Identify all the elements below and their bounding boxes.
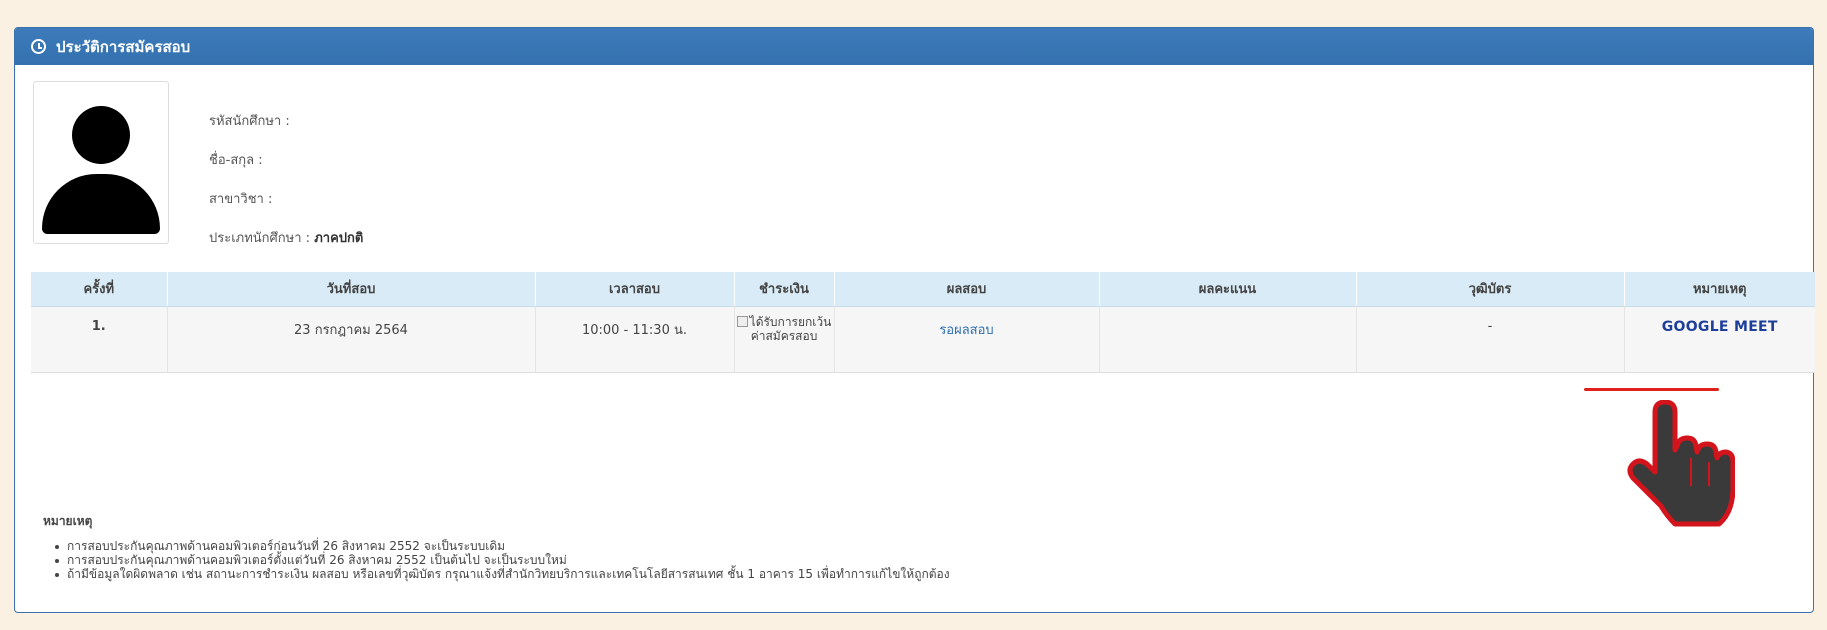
cell-no: 1. xyxy=(31,306,167,373)
student-major-row: สาขาวิชา : xyxy=(209,188,363,227)
cell-certificate: - xyxy=(1355,306,1624,373)
header-time: เวลาสอบ xyxy=(534,272,734,307)
header-date: วันที่สอบ xyxy=(166,272,535,307)
header-result: ผลสอบ xyxy=(833,272,1099,307)
cell-score xyxy=(1098,306,1356,373)
notes-section: หมายเหตุ การสอบประกันคุณภาพด้านคอมพิวเตอ… xyxy=(43,512,950,581)
student-type-value: ภาคปกติ xyxy=(314,231,364,246)
cell-note: GOOGLE MEET xyxy=(1623,306,1815,373)
table-row: 1. 23 กรกฎาคม 2564 10:00 - 11:30 น. ได้ร… xyxy=(31,306,1815,373)
user-avatar-icon xyxy=(72,106,130,164)
student-id-row: รหัสนักศึกษา : xyxy=(209,110,363,149)
table-header-row: ครั้งที่ วันที่สอบ เวลาสอบ ชำระเงิน ผลสอ… xyxy=(31,272,1815,307)
notes-list: การสอบประกันคุณภาพด้านคอมพิวเตอร์ก่อนวัน… xyxy=(43,539,950,581)
student-info: รหัสนักศึกษา : ชื่อ-สกุล : สาขาวิชา : ปร… xyxy=(209,110,363,266)
red-underline-annotation xyxy=(1584,388,1719,391)
list-item: การสอบประกันคุณภาพด้านคอมพิวเตอร์ตั้งแต่… xyxy=(55,553,950,567)
list-item: ถ้ามีข้อมูลใดผิดพลาด เช่น สถานะการชำระเง… xyxy=(55,567,950,581)
user-avatar-body xyxy=(42,174,160,234)
panel-heading: ประวัติการสมัครสอบ xyxy=(15,28,1813,65)
student-type-row: ประเภทนักศึกษา : ภาคปกติ xyxy=(209,227,363,266)
cell-date: 23 กรกฎาคม 2564 xyxy=(166,306,535,373)
header-payment: ชำระเงิน xyxy=(733,272,834,307)
student-type-label: ประเภทนักศึกษา : xyxy=(209,231,311,246)
header-note: หมายเหตุ xyxy=(1623,272,1815,307)
exam-history-table: ครั้งที่ วันที่สอบ เวลาสอบ ชำระเงิน ผลสอ… xyxy=(31,272,1815,373)
student-name-row: ชื่อ-สกุล : xyxy=(209,149,363,188)
google-meet-link[interactable]: GOOGLE MEET xyxy=(1662,319,1778,335)
header-score: ผลคะแนน xyxy=(1098,272,1356,307)
student-id-label: รหัสนักศึกษา : xyxy=(209,114,290,129)
exam-history-panel: ประวัติการสมัครสอบ รหัสนักศึกษา : ชื่อ-ส… xyxy=(14,27,1815,613)
list-item: การสอบประกันคุณภาพด้านคอมพิวเตอร์ก่อนวัน… xyxy=(55,539,950,553)
clock-icon xyxy=(31,39,46,54)
cell-payment: ได้รับการยกเว้นค่าสมัครสอบ xyxy=(733,306,834,373)
top-strip xyxy=(0,0,1827,12)
header-certificate: วุฒิบัตร xyxy=(1355,272,1624,307)
notes-title: หมายเหตุ xyxy=(43,514,93,528)
avatar xyxy=(33,81,169,244)
cell-result: รอผลสอบ xyxy=(833,306,1099,373)
student-major-label: สาขาวิชา : xyxy=(209,192,273,207)
cell-time: 10:00 - 11:30 น. xyxy=(534,306,734,373)
result-status: รอผลสอบ xyxy=(939,322,994,338)
header-no: ครั้งที่ xyxy=(31,272,167,307)
hand-pointer-icon xyxy=(1627,400,1735,527)
broken-image-icon xyxy=(736,315,748,327)
student-name-label: ชื่อ-สกุล : xyxy=(209,153,263,168)
panel-title: ประวัติการสมัครสอบ xyxy=(56,37,191,56)
payment-alt-text: ได้รับการยกเว้นค่าสมัครสอบ xyxy=(749,314,832,343)
